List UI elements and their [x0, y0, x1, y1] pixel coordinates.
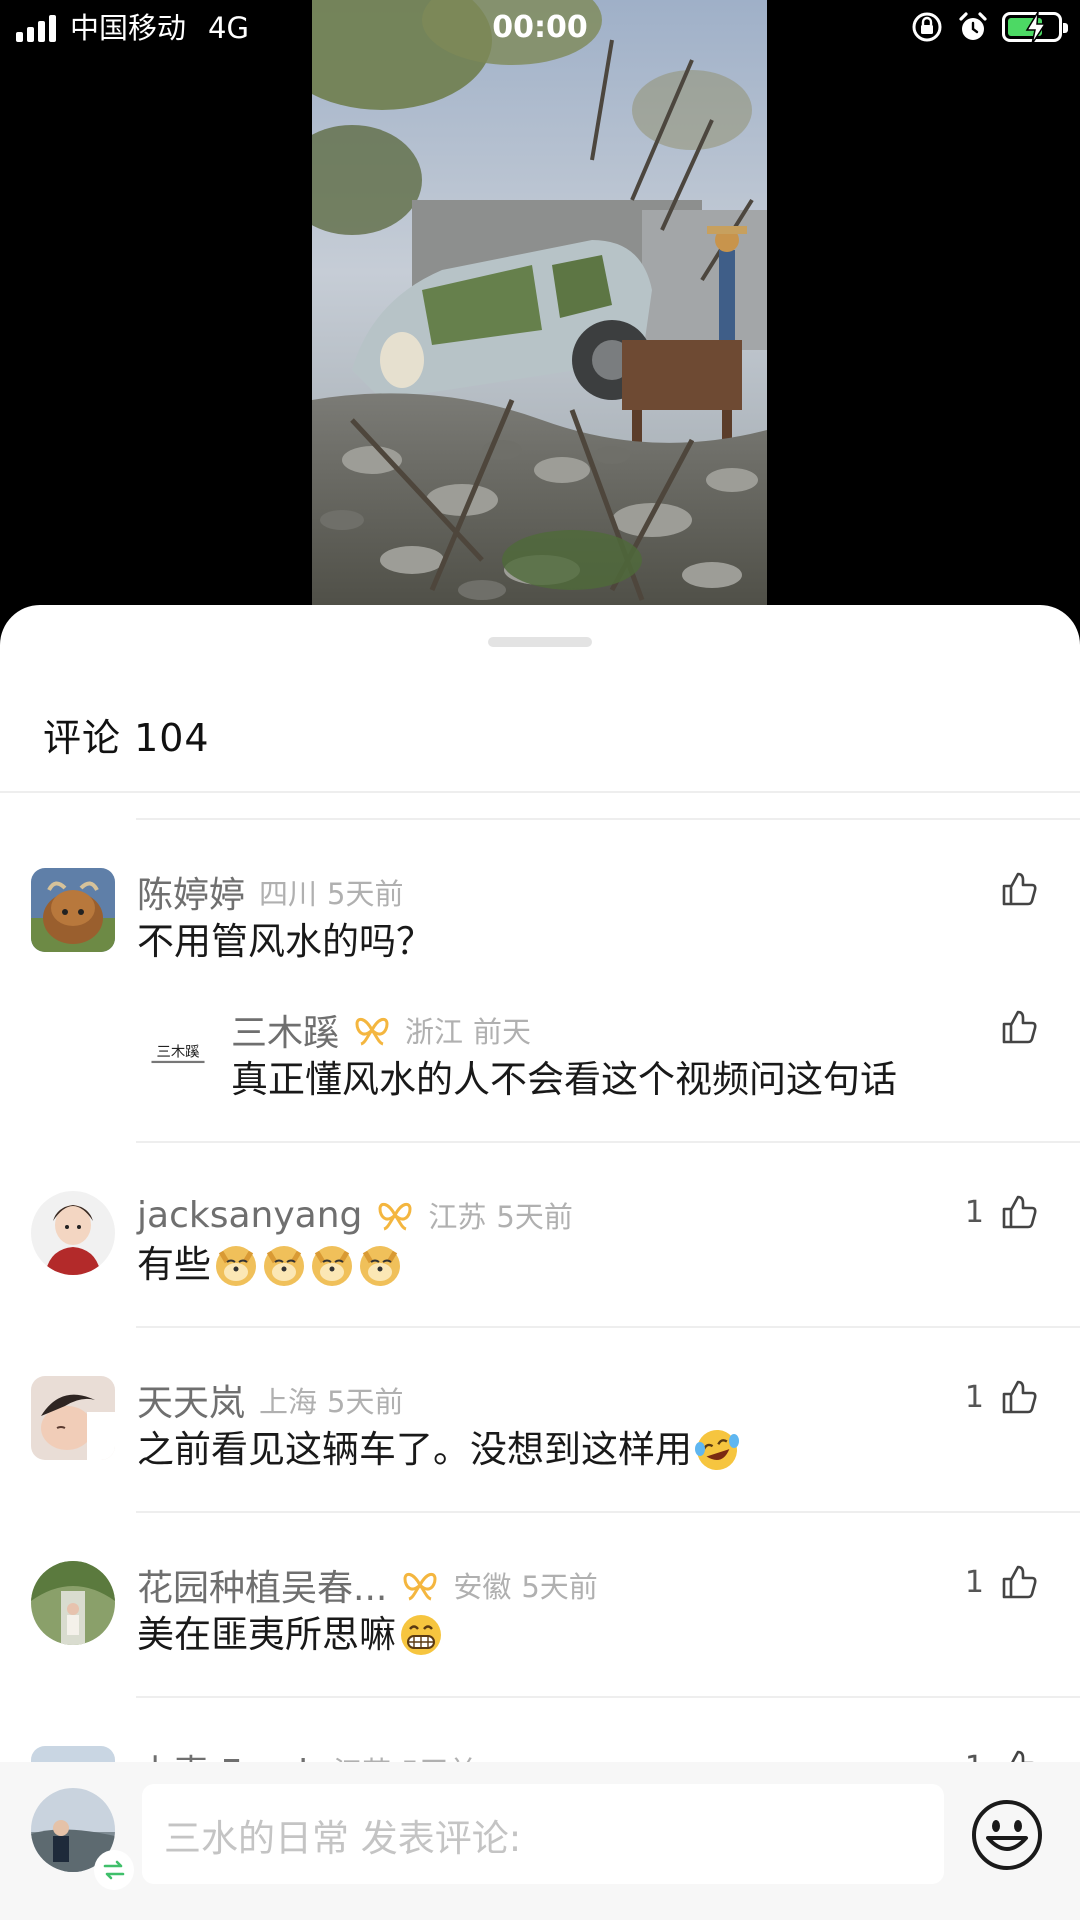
thumbs-up-icon: [1002, 1380, 1037, 1414]
comment-location: 江苏: [428, 1200, 487, 1234]
doge-emoji: [360, 1246, 400, 1286]
creator-badge-icon: [403, 1572, 437, 1601]
like-count: 1: [964, 1194, 984, 1230]
thumbs-up-icon: [1002, 1565, 1037, 1599]
comment-location: 四川: [259, 877, 318, 911]
creator-badge-icon: [378, 1202, 412, 1231]
battery-charging-icon: [1002, 11, 1068, 45]
comment-time: 前天: [473, 1015, 532, 1049]
divider: [0, 791, 1080, 793]
status-bar: 中国移动 4G 00:00: [0, 0, 1080, 56]
comment-input-bar: 三水的日常 发表评论:: [0, 1762, 1080, 1920]
divider: [136, 1326, 1080, 1328]
comment-input-placeholder: 三水的日常 发表评论:: [164, 1817, 522, 1860]
svg-text:三木蹊: 三木蹊: [156, 1043, 199, 1060]
comment-text[interactable]: 不用管风水的吗？: [137, 916, 433, 968]
doge-emoji: [264, 1246, 304, 1286]
switch-account-icon[interactable]: [94, 1850, 134, 1890]
like-button[interactable]: 1: [965, 1563, 1038, 1601]
comment-time: 5天前: [327, 1385, 404, 1419]
comment-time: 5天前: [496, 1200, 573, 1234]
avatar[interactable]: 三木蹊: [136, 1010, 212, 1086]
sheet-grabber[interactable]: [488, 637, 592, 647]
comment-location: 浙江: [405, 1015, 464, 1049]
comment-input[interactable]: 三水的日常 发表评论:: [142, 1784, 944, 1884]
comment-time: 5天前: [521, 1570, 598, 1604]
avatar[interactable]: [31, 1376, 115, 1460]
doge-emoji: [312, 1246, 352, 1286]
thumbs-up-icon: [1002, 872, 1037, 906]
orientation-lock-icon: [912, 12, 942, 42]
grin-emoji: [401, 1615, 441, 1655]
emoji-picker-icon[interactable]: [970, 1798, 1044, 1872]
comment-location: 安徽: [453, 1570, 512, 1604]
laugh-cry-emoji: [695, 1430, 739, 1470]
comment-text[interactable]: 美在匪夷所思嘛: [137, 1609, 444, 1661]
comment-author[interactable]: 陈婷婷: [137, 866, 245, 918]
comment-text-content: 之前看见这辆车了。没想到这样用: [137, 1428, 692, 1471]
comment-author[interactable]: 花园种植吴春...: [137, 1559, 387, 1611]
divider: [136, 818, 1080, 820]
comments-sheet: 评论 104 陈婷婷 四川 5天前 不用管风水的吗？ 三木蹊 三木蹊 浙江 前天…: [0, 605, 1080, 1920]
comment-text[interactable]: 真正懂风水的人不会看这个视频问这句话: [231, 1054, 897, 1106]
video-thumbnail: [312, 0, 767, 605]
comment-text[interactable]: 有些: [137, 1239, 403, 1291]
alarm-icon: [959, 12, 987, 40]
like-button[interactable]: [1000, 1008, 1038, 1046]
like-button[interactable]: 1: [965, 1378, 1038, 1416]
avatar[interactable]: [31, 1191, 115, 1275]
doge-emoji: [216, 1246, 256, 1286]
like-button[interactable]: 1: [965, 1193, 1038, 1231]
divider: [136, 1141, 1080, 1143]
comment-text-content: 美在匪夷所思嘛: [137, 1613, 396, 1656]
avatar[interactable]: [31, 868, 115, 952]
comment-author[interactable]: 三木蹊: [231, 1004, 339, 1056]
comments-title: 评论 104: [43, 716, 210, 760]
comment-text[interactable]: 之前看见这辆车了。没想到这样用: [137, 1424, 740, 1476]
thumbs-up-icon: [1002, 1010, 1037, 1044]
creator-badge-icon: [355, 1017, 389, 1046]
comment-author[interactable]: jacksanyang: [137, 1195, 362, 1236]
avatar[interactable]: [31, 1561, 115, 1645]
like-count: 1: [964, 1564, 984, 1600]
divider: [136, 1511, 1080, 1513]
divider: [136, 1696, 1080, 1698]
comment-author[interactable]: 天天岚: [137, 1374, 245, 1426]
comment-text-content: 有些: [137, 1243, 211, 1286]
video-player[interactable]: [312, 0, 767, 605]
like-count: 1: [964, 1379, 984, 1415]
comment-time: 5天前: [327, 877, 404, 911]
like-button[interactable]: [1000, 870, 1038, 908]
comment-location: 上海: [259, 1385, 318, 1419]
thumbs-up-icon: [1002, 1195, 1037, 1229]
